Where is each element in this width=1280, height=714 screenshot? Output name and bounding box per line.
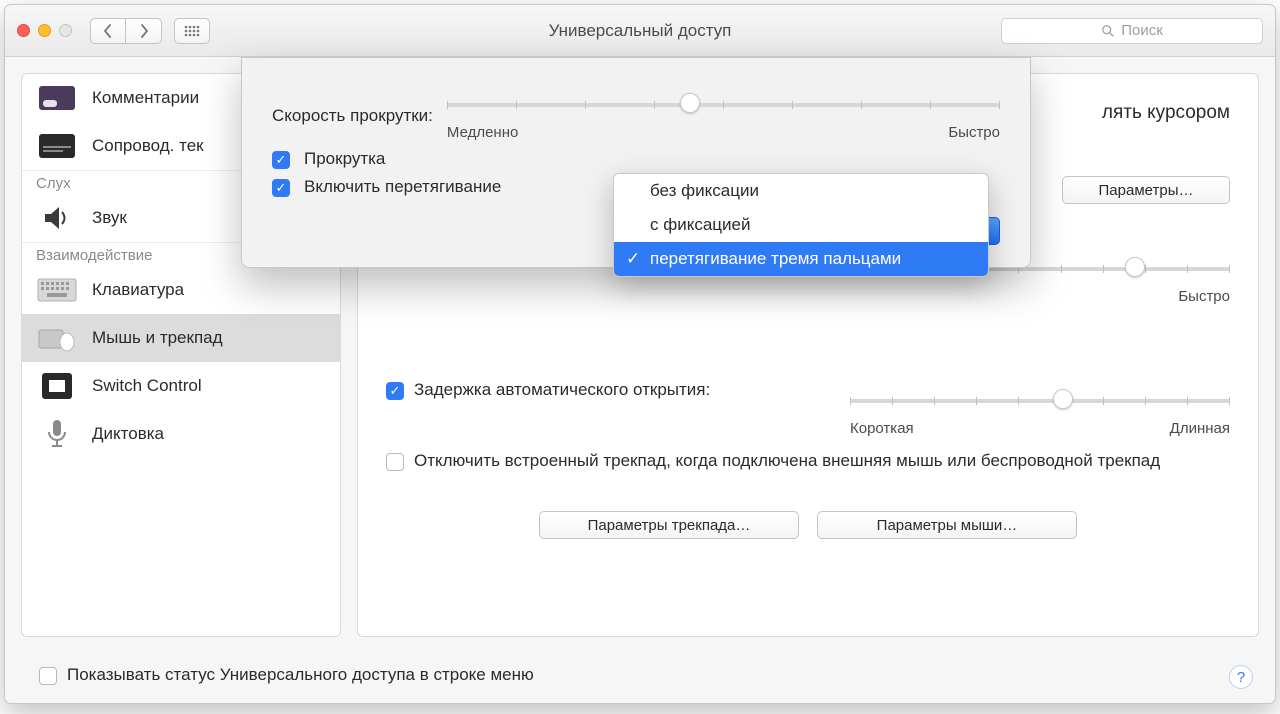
mouse-options-button[interactable]: Параметры мыши…	[817, 511, 1077, 539]
dropdown-item-with-lock[interactable]: с фиксацией	[614, 208, 988, 242]
sidebar-item-label: Клавиатура	[92, 280, 184, 300]
switch-control-icon	[36, 370, 78, 402]
sidebar-item-mouse-trackpad[interactable]: Мышь и трекпад	[22, 314, 340, 362]
show-status-checkbox[interactable]	[39, 667, 57, 685]
scrolling-checkbox[interactable]	[272, 151, 290, 169]
mouse-trackpad-icon	[36, 322, 78, 354]
sidebar-item-label: Звук	[92, 208, 127, 228]
search-icon	[1101, 24, 1115, 38]
minimize-icon[interactable]	[38, 24, 51, 37]
options-buttons-row: Параметры трекпада… Параметры мыши…	[386, 511, 1230, 539]
scroll-speed-label: Скорость прокрутки:	[272, 106, 433, 126]
trackpad-options-button[interactable]: Параметры трекпада…	[539, 511, 799, 539]
search-input[interactable]: Поиск	[1001, 18, 1263, 44]
preferences-window: Универсальный доступ Поиск Комментарии С…	[4, 4, 1276, 704]
subtitles-icon	[36, 130, 78, 162]
slider-thumb[interactable]	[680, 93, 700, 113]
scrolling-row: Прокрутка	[272, 149, 1000, 169]
sidebar-item-label: Диктовка	[92, 424, 164, 444]
slider-thumb[interactable]	[1053, 389, 1073, 409]
sidebar-item-label: Сопровод. тек	[92, 136, 204, 156]
nav-buttons	[90, 18, 162, 44]
footer-row: Показывать статус Универсального доступа…	[39, 665, 534, 685]
sidebar-item-label: Комментарии	[92, 88, 199, 108]
ignore-trackpad-label: Отключить встроенный трекпад, когда подк…	[414, 451, 1160, 471]
keyboard-icon	[36, 274, 78, 306]
sidebar-item-switch-control[interactable]: Switch Control	[22, 362, 340, 410]
show-status-label: Показывать статус Универсального доступа…	[67, 665, 534, 685]
zoom-icon[interactable]	[59, 24, 72, 37]
slider-thumb[interactable]	[1125, 257, 1145, 277]
sidebar-item-label: Switch Control	[92, 376, 202, 396]
ignore-trackpad-row: Отключить встроенный трекпад, когда подк…	[386, 451, 1230, 471]
microphone-icon	[36, 418, 78, 450]
sidebar-item-label: Мышь и трекпад	[92, 328, 223, 348]
spring-loading-checkbox[interactable]	[386, 382, 404, 400]
enable-dragging-checkbox[interactable]	[272, 179, 290, 197]
spring-loading-label: Задержка автоматического открытия:	[414, 380, 710, 399]
cursor-control-heading: лять курсором	[1102, 102, 1230, 124]
show-all-button[interactable]	[174, 18, 210, 44]
sidebar-item-keyboard[interactable]: Клавиатура	[22, 266, 340, 314]
traffic-lights	[17, 24, 72, 37]
speaker-icon	[36, 202, 78, 234]
ignore-trackpad-checkbox[interactable]	[386, 453, 404, 471]
help-button[interactable]: ?	[1229, 665, 1253, 689]
dropdown-item-three-finger[interactable]: перетягивание тремя пальцами	[614, 242, 988, 276]
scroll-speed-slider[interactable]	[447, 90, 1000, 120]
back-button[interactable]	[90, 18, 126, 44]
spring-loading-slider[interactable]	[850, 386, 1230, 416]
spring-loading-row: Задержка автоматического открытия: Корот…	[386, 380, 1230, 437]
captions-icon	[36, 82, 78, 114]
dropdown-item-without-lock[interactable]: без фиксации	[614, 174, 988, 208]
scrolling-label: Прокрутка	[304, 149, 385, 169]
forward-button[interactable]	[126, 18, 162, 44]
options-button[interactable]: Параметры…	[1062, 176, 1230, 204]
scroll-speed-row: Скорость прокрутки: МедленноБыстро	[272, 90, 1000, 141]
sidebar-item-dictation[interactable]: Диктовка	[22, 410, 340, 458]
enable-dragging-label: Включить перетягивание	[304, 177, 501, 197]
dragging-style-dropdown: без фиксации с фиксацией перетягивание т…	[613, 173, 989, 277]
titlebar: Универсальный доступ Поиск	[5, 5, 1275, 57]
search-placeholder: Поиск	[1121, 22, 1163, 39]
close-icon[interactable]	[17, 24, 30, 37]
